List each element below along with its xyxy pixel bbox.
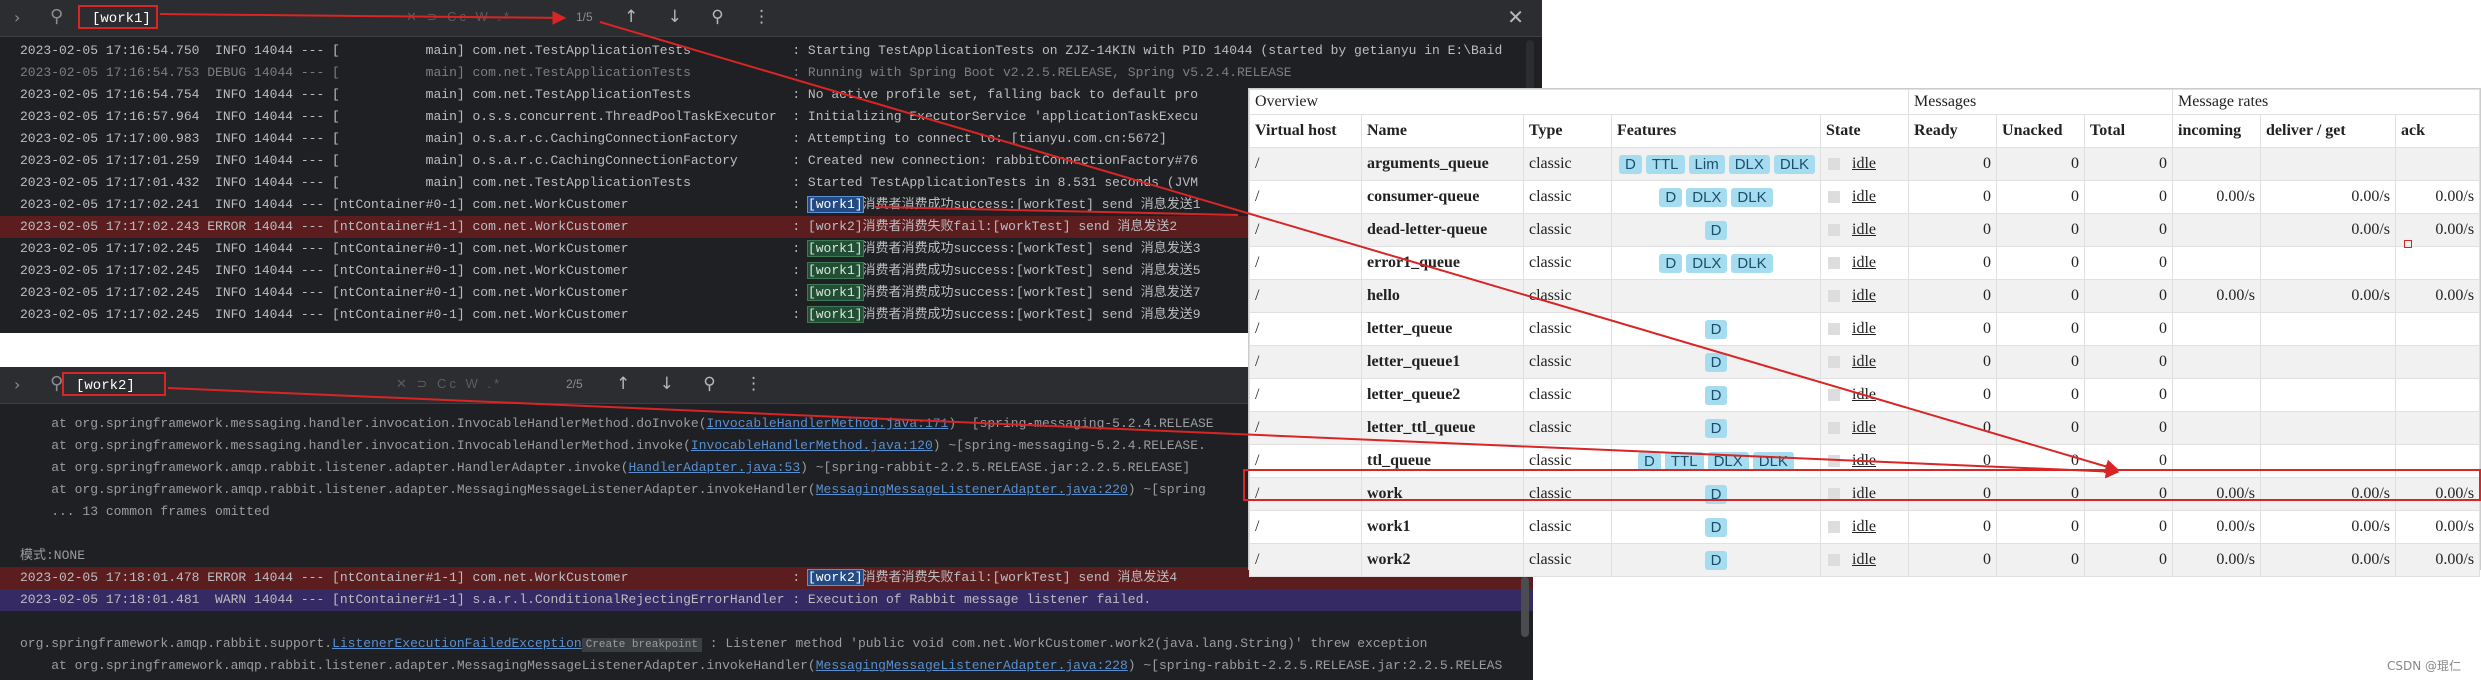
- arrow-search-to-count: [159, 10, 567, 25]
- arrow-work2-to-row: [167, 387, 2120, 479]
- arrow-work1-to-queue: [874, 206, 1239, 216]
- watermark-text: CSDN @琨仁: [2386, 659, 2461, 673]
- annotation-arrows: [159, 10, 2120, 479]
- arrow-to-work-row: [599, 21, 2120, 474]
